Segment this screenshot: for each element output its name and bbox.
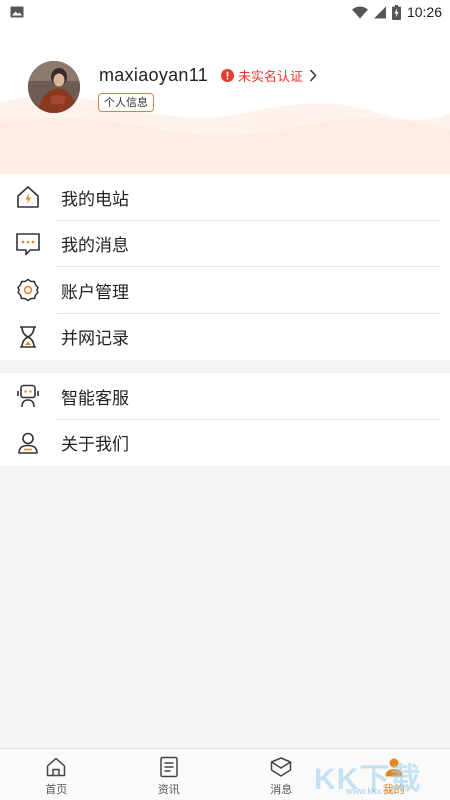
tab-label: 资讯 (157, 783, 180, 796)
watermark-url: www.kkx.net (346, 786, 397, 796)
menu-label: 并网记录 (61, 329, 129, 350)
image-icon (10, 6, 24, 18)
user-icon (18, 432, 38, 454)
signal-icon (373, 6, 386, 18)
tab-news[interactable]: 资讯 (113, 749, 226, 800)
menu-label: 关于我们 (61, 435, 129, 456)
news-icon (160, 756, 178, 778)
menu-label: 我的电站 (61, 189, 129, 210)
status-bar: 10:26 (0, 0, 450, 24)
username: maxiaoyan11 (99, 65, 209, 85)
tab-label: 消息 (270, 783, 293, 796)
hourglass-icon (20, 325, 36, 348)
message-icon (16, 232, 40, 256)
warning-icon (221, 68, 234, 82)
home-power-icon (17, 186, 39, 209)
menu-item-my-station[interactable]: 我的电站 (0, 174, 450, 221)
menu-item-smart-service[interactable]: 智能客服 (0, 373, 450, 420)
wifi-icon (351, 6, 368, 18)
personal-info-button[interactable]: 个人信息 (98, 93, 154, 112)
menu-group-main: 我的电站 我的消息 账户管理 并网记录 (0, 174, 450, 360)
tab-home[interactable]: 首页 (0, 749, 113, 800)
avatar[interactable] (28, 61, 80, 113)
watermark: KK下载 www.kkx.net (314, 754, 444, 796)
account-settings-icon (17, 279, 39, 302)
menu-item-my-messages[interactable]: 我的消息 (0, 221, 450, 268)
menu-group-support: 智能客服 关于我们 (0, 373, 450, 466)
menu-item-about-us[interactable]: 关于我们 (0, 420, 450, 467)
verify-status-text: 未实名认证 (238, 69, 304, 85)
menu-label: 账户管理 (61, 282, 129, 303)
menu-label: 我的消息 (61, 236, 129, 257)
menu-item-account-management[interactable]: 账户管理 (0, 267, 450, 314)
home-icon (47, 757, 66, 777)
menu-item-grid-records[interactable]: 并网记录 (0, 314, 450, 361)
avatar-photo (28, 61, 80, 113)
battery-icon (391, 4, 401, 20)
verify-status-link[interactable]: 未实名认证 (221, 65, 317, 85)
status-time: 10:26 (406, 4, 442, 20)
chevron-right-icon (309, 68, 317, 82)
profile-header: maxiaoyan11 未实名认证 个人信息 (0, 24, 450, 174)
menu-label: 智能客服 (61, 388, 129, 409)
message-tab-icon (271, 757, 292, 777)
tab-label: 首页 (45, 783, 68, 796)
robot-service-icon (17, 384, 39, 408)
